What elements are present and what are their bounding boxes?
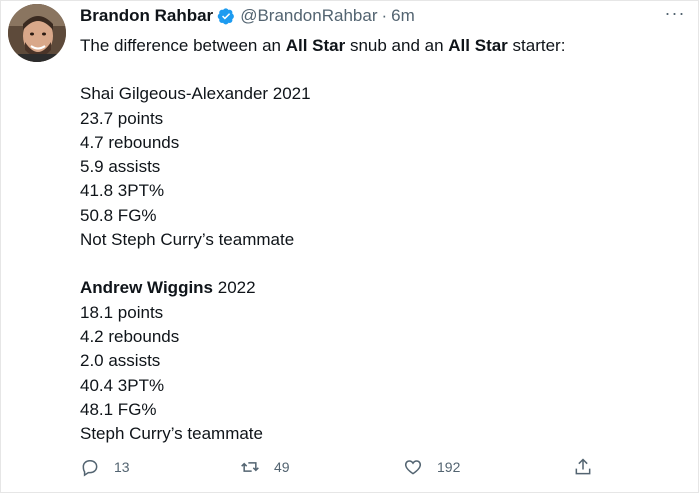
author-name[interactable]: Brandon Rahbar [80,6,213,26]
tweet-content: Brandon Rahbar @BrandonRahbar · 6m The d… [80,3,686,446]
share-button[interactable] [573,457,593,477]
reply-button[interactable]: 13 [80,457,130,477]
tweet-timestamp[interactable]: 6m [391,6,415,26]
player1-stat: 5.9 assists [80,157,161,177]
separator: · [381,6,388,25]
player2-stat: 18.1 points [80,302,164,322]
player2-stat: 4.2 rebounds [80,326,180,346]
player2-stat: 48.1 FG% [80,399,157,419]
player2-stat: 2.0 assists [80,351,161,371]
retweet-icon [241,462,259,472]
player1-stat: 41.8 3PT% [80,181,165,201]
like-count: 192 [437,459,461,475]
intro-line: The difference between an All Star snub … [80,36,566,55]
player1-stat: 4.7 rebounds [80,132,180,152]
heart-icon [404,460,422,475]
player2-stat: Steph Curry’s teammate [80,424,263,444]
player1-stat: 50.8 FG% [80,205,157,225]
tweet-header: Brandon Rahbar @BrandonRahbar · 6m [80,3,686,29]
retweet-button[interactable]: 49 [240,457,290,477]
like-button[interactable]: 192 [403,457,460,477]
avatar-photo [8,4,66,62]
tweet-text: The difference between an All Star snub … [80,34,686,446]
reply-icon [82,460,98,477]
player1-stat: Not Steph Curry’s teammate [80,230,295,250]
tweet-card: Brandon Rahbar @BrandonRahbar · 6m The d… [0,0,699,493]
retweet-count: 49 [274,459,290,475]
player1-stat: 23.7 points [80,108,164,128]
author-handle[interactable]: @BrandonRahbar [240,6,377,26]
player2-name: Andrew Wiggins 2022 [80,278,256,298]
more-options-icon[interactable]: ··· [662,3,688,25]
avatar[interactable] [8,4,66,62]
verified-badge-icon [217,8,235,25]
player1-name: Shai Gilgeous-Alexander 2021 [80,84,311,104]
share-icon [575,458,591,475]
player2-stat: 40.4 3PT% [80,375,165,395]
tweet-actions: 13 49 192 [80,457,620,483]
reply-count: 13 [114,459,130,475]
